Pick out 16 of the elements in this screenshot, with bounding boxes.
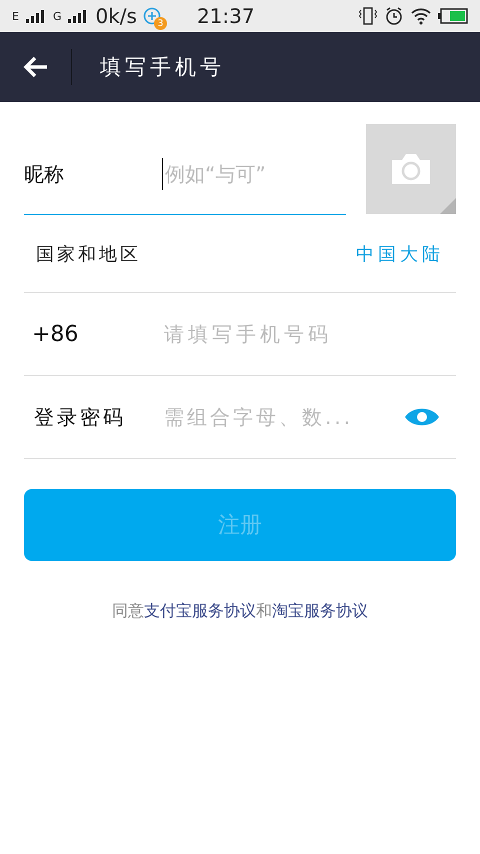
region-value: 中国大陆 — [356, 242, 444, 266]
network-speed: 0k/s — [95, 4, 137, 28]
network-type: E — [12, 10, 19, 22]
region-label: 国家和地区 — [36, 242, 141, 266]
nickname-label: 昵称 — [24, 160, 65, 188]
alipay-agreement-link[interactable]: 支付宝服务协议 — [144, 601, 256, 622]
taobao-agreement-link[interactable]: 淘宝服务协议 — [272, 601, 368, 622]
country-code[interactable]: +86 — [24, 322, 162, 346]
notification-badge: 3 — [154, 17, 167, 30]
agreement-text: 和 — [256, 601, 272, 622]
password-label: 登录密码 — [33, 404, 127, 430]
network-type: G — [52, 10, 62, 22]
clock-time: 21:37 — [196, 4, 255, 28]
agreement-text: 同意 — [112, 601, 144, 622]
region-selector[interactable]: 国家和地区 中国大陆 — [24, 215, 456, 293]
page-title: 填写手机号 — [100, 54, 225, 81]
